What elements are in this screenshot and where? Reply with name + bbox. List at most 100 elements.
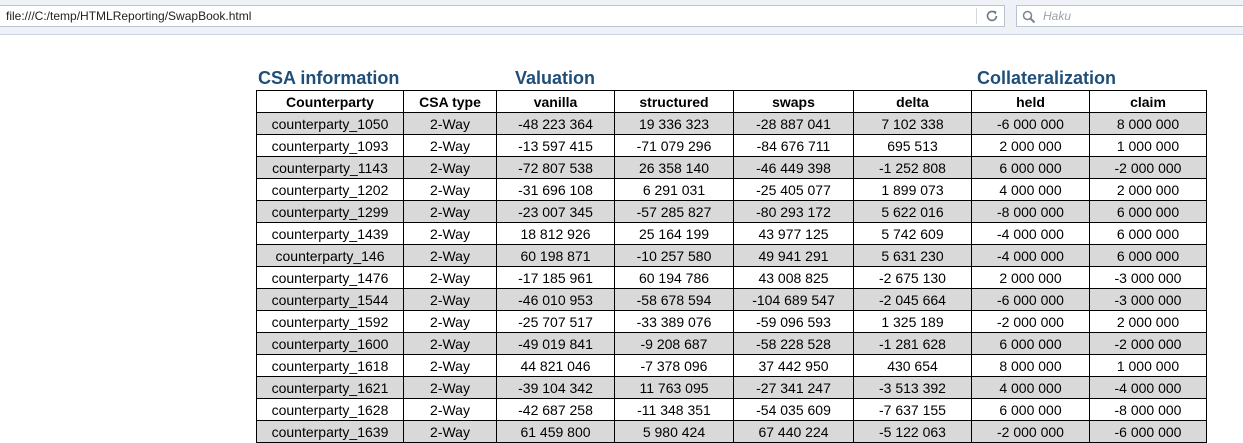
cell-csa-type: 2-Way bbox=[403, 310, 497, 333]
address-bar[interactable]: file:///C:/temp/HTMLReporting/SwapBook.h… bbox=[0, 5, 1005, 27]
cell-claim: 2 000 000 bbox=[1089, 178, 1207, 201]
table-row: counterparty_1050 2-Way -48 223 364 19 336 … bbox=[256, 112, 1207, 135]
browser-toolbar: file:///C:/temp/HTMLReporting/SwapBook.h… bbox=[0, 0, 1243, 35]
cell-structured: -10 257 580 bbox=[614, 244, 734, 267]
cell-counterparty: counterparty_1439 bbox=[256, 222, 404, 245]
column-header-delta: delta bbox=[853, 90, 972, 113]
table-row: counterparty_1299 2-Way -23 007 345 -57 285… bbox=[256, 200, 1207, 223]
swap-book-table: Counterparty CSA type vanilla structured swa… bbox=[256, 90, 1207, 443]
table-row: counterparty_1476 2-Way -17 185 961 60 194 … bbox=[256, 266, 1207, 289]
cell-vanilla: 44 821 046 bbox=[496, 354, 615, 377]
cell-structured: 25 164 199 bbox=[614, 222, 734, 245]
cell-claim: -8 000 000 bbox=[1089, 398, 1207, 421]
cell-structured: 6 291 031 bbox=[614, 178, 734, 201]
address-text[interactable]: file:///C:/temp/HTMLReporting/SwapBook.h… bbox=[6, 9, 251, 23]
cell-counterparty: counterparty_146 bbox=[256, 244, 404, 267]
cell-vanilla: -42 687 258 bbox=[496, 398, 615, 421]
cell-csa-type: 2-Way bbox=[403, 178, 497, 201]
column-header-structured: structured bbox=[614, 90, 734, 113]
cell-swaps: 43 008 825 bbox=[733, 266, 854, 289]
cell-counterparty: counterparty_1621 bbox=[256, 376, 404, 399]
cell-held: -6 000 000 bbox=[971, 112, 1090, 135]
cell-csa-type: 2-Way bbox=[403, 200, 497, 223]
header-row: Counterparty CSA type vanilla structured swa… bbox=[256, 90, 1207, 113]
cell-delta: -2 045 664 bbox=[853, 288, 972, 311]
cell-swaps: -54 035 609 bbox=[733, 398, 854, 421]
cell-csa-type: 2-Way bbox=[403, 244, 497, 267]
cell-csa-type: 2-Way bbox=[403, 332, 497, 355]
cell-vanilla: -49 019 841 bbox=[496, 332, 615, 355]
cell-csa-type: 2-Way bbox=[403, 354, 497, 377]
cell-claim: 1 000 000 bbox=[1089, 354, 1207, 377]
cell-counterparty: counterparty_1639 bbox=[256, 420, 404, 443]
cell-vanilla: -23 007 345 bbox=[496, 200, 615, 223]
cell-claim: 6 000 000 bbox=[1089, 244, 1207, 267]
cell-vanilla: 60 198 871 bbox=[496, 244, 615, 267]
cell-claim: -3 000 000 bbox=[1089, 266, 1207, 289]
column-header-claim: claim bbox=[1089, 90, 1207, 113]
cell-csa-type: 2-Way bbox=[403, 288, 497, 311]
cell-held: 4 000 000 bbox=[971, 178, 1090, 201]
cell-counterparty: counterparty_1592 bbox=[256, 310, 404, 333]
reload-icon[interactable] bbox=[980, 6, 1004, 26]
cell-delta: 695 513 bbox=[853, 134, 972, 157]
table-row: counterparty_1600 2-Way -49 019 841 -9 208 … bbox=[256, 332, 1207, 355]
cell-swaps: -80 293 172 bbox=[733, 200, 854, 223]
cell-counterparty: counterparty_1618 bbox=[256, 354, 404, 377]
cell-swaps: -27 341 247 bbox=[733, 376, 854, 399]
cell-csa-type: 2-Way bbox=[403, 222, 497, 245]
cell-held: -2 000 000 bbox=[971, 310, 1090, 333]
cell-claim: 6 000 000 bbox=[1089, 200, 1207, 223]
cell-counterparty: counterparty_1143 bbox=[256, 156, 404, 179]
cell-vanilla: -46 010 953 bbox=[496, 288, 615, 311]
cell-held: -4 000 000 bbox=[971, 244, 1090, 267]
cell-held: 2 000 000 bbox=[971, 134, 1090, 157]
cell-swaps: -58 228 528 bbox=[733, 332, 854, 355]
cell-counterparty: counterparty_1544 bbox=[256, 288, 404, 311]
section-headings: CSA information Valuation Collateralizat… bbox=[0, 68, 1243, 90]
column-header-held: held bbox=[971, 90, 1090, 113]
cell-delta: -7 637 155 bbox=[853, 398, 972, 421]
cell-swaps: -104 689 547 bbox=[733, 288, 854, 311]
cell-structured: -11 348 351 bbox=[614, 398, 734, 421]
csa-information-heading: CSA information bbox=[258, 68, 400, 88]
table-row: counterparty_1618 2-Way 44 821 046 -7 378 0… bbox=[256, 354, 1207, 377]
cell-claim: -2 000 000 bbox=[1089, 156, 1207, 179]
cell-claim: -2 000 000 bbox=[1089, 332, 1207, 355]
cell-vanilla: -13 597 415 bbox=[496, 134, 615, 157]
search-bar[interactable]: Haku bbox=[1016, 5, 1243, 27]
cell-delta: 1 325 189 bbox=[853, 310, 972, 333]
table-row: counterparty_1093 2-Way -13 597 415 -71 079… bbox=[256, 134, 1207, 157]
cell-delta: -5 122 063 bbox=[853, 420, 972, 443]
cell-claim: 8 000 000 bbox=[1089, 112, 1207, 135]
cell-held: 8 000 000 bbox=[971, 354, 1090, 377]
cell-csa-type: 2-Way bbox=[403, 112, 497, 135]
cell-structured: 11 763 095 bbox=[614, 376, 734, 399]
column-header-vanilla: vanilla bbox=[496, 90, 615, 113]
cell-csa-type: 2-Way bbox=[403, 376, 497, 399]
cell-vanilla: -48 223 364 bbox=[496, 112, 615, 135]
cell-structured: 19 336 323 bbox=[614, 112, 734, 135]
cell-vanilla: 18 812 926 bbox=[496, 222, 615, 245]
cell-held: 4 000 000 bbox=[971, 376, 1090, 399]
cell-counterparty: counterparty_1202 bbox=[256, 178, 404, 201]
cell-claim: 6 000 000 bbox=[1089, 222, 1207, 245]
cell-swaps: 43 977 125 bbox=[733, 222, 854, 245]
cell-swaps: -84 676 711 bbox=[733, 134, 854, 157]
cell-claim: 2 000 000 bbox=[1089, 310, 1207, 333]
cell-structured: 5 980 424 bbox=[614, 420, 734, 443]
address-separator bbox=[976, 8, 977, 24]
cell-swaps: -59 096 593 bbox=[733, 310, 854, 333]
cell-claim: -6 000 000 bbox=[1089, 420, 1207, 443]
cell-held: -8 000 000 bbox=[971, 200, 1090, 223]
cell-csa-type: 2-Way bbox=[403, 420, 497, 443]
cell-structured: 26 358 140 bbox=[614, 156, 734, 179]
cell-counterparty: counterparty_1299 bbox=[256, 200, 404, 223]
cell-structured: -57 285 827 bbox=[614, 200, 734, 223]
cell-swaps: -28 887 041 bbox=[733, 112, 854, 135]
cell-held: 6 000 000 bbox=[971, 398, 1090, 421]
cell-structured: 60 194 786 bbox=[614, 266, 734, 289]
cell-csa-type: 2-Way bbox=[403, 266, 497, 289]
cell-held: 2 000 000 bbox=[971, 266, 1090, 289]
cell-counterparty: counterparty_1476 bbox=[256, 266, 404, 289]
